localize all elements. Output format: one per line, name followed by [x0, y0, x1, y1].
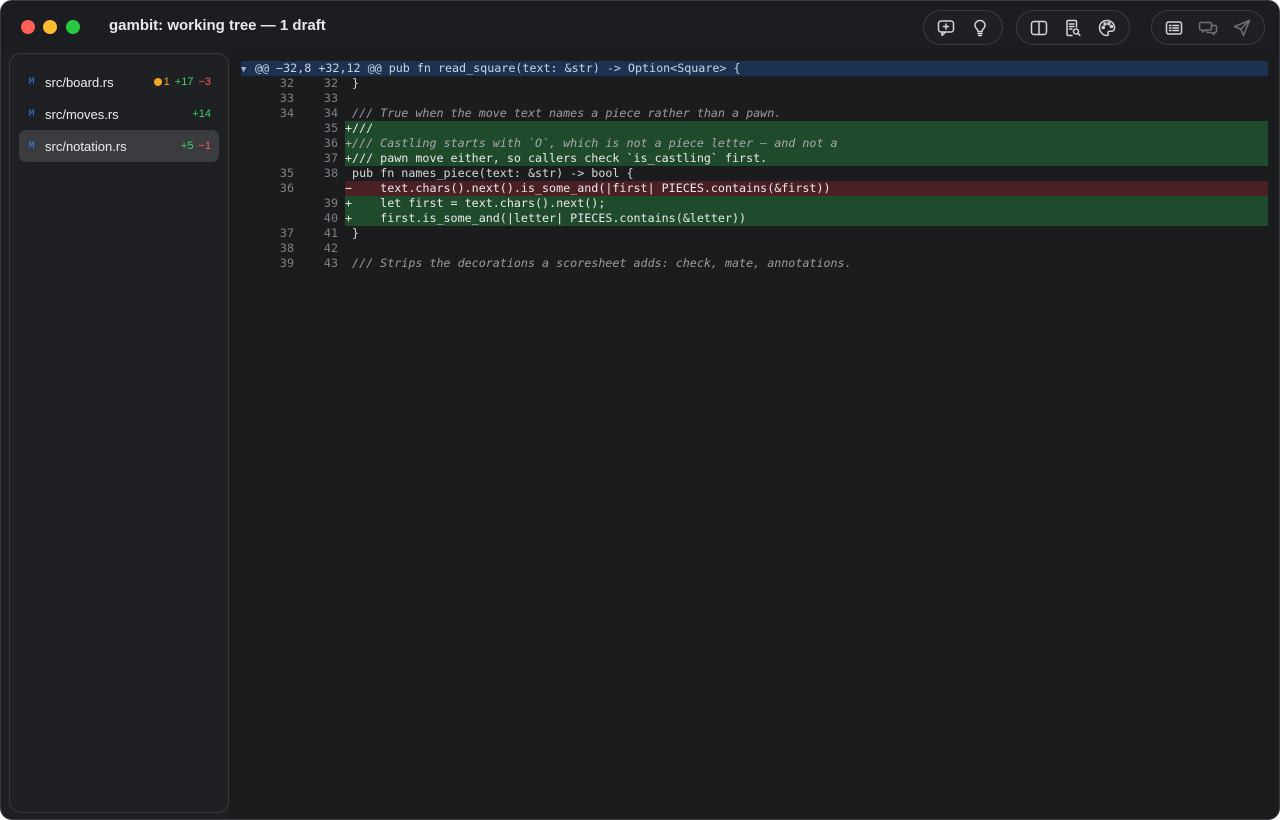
diff-line-context[interactable]: 34 34 /// True when the move text names a… [241, 106, 1268, 121]
diff-line-context[interactable]: 32 32 } [241, 76, 1268, 91]
old-line-number: 37 [279, 226, 294, 240]
diff-line-removed[interactable]: 36 − text.chars().next().is_some_and(|fir… [241, 181, 1268, 196]
additions-count: +17 [174, 76, 194, 88]
file-item-moves[interactable]: M src/moves.rs +14 [19, 98, 219, 130]
list-view-icon [1165, 20, 1183, 35]
modified-badge: M [29, 109, 35, 119]
code-text: +/// pawn move either, so callers check … [345, 151, 1268, 166]
code-text: /// Strips the decorations a scoresheet … [345, 256, 852, 270]
file-list-sidebar: M src/board.rs 1 +17 −3 M src/moves.rs +… [9, 53, 229, 813]
new-line-number: 43 [323, 256, 338, 270]
title-bar: gambit: working tree — 1 draft [1, 1, 1279, 53]
old-line-number: 35 [279, 166, 294, 180]
send-button[interactable] [1228, 14, 1256, 42]
add-comment-icon [937, 19, 955, 36]
diff-viewer[interactable]: ▼ @@ −32,8 +32,12 @@ pub fn read_square(t… [229, 53, 1279, 819]
new-line-number: 32 [323, 76, 338, 90]
file-name: src/board.rs [45, 74, 114, 90]
file-item-board[interactable]: M src/board.rs 1 +17 −3 [19, 66, 219, 98]
old-line-number: 32 [279, 76, 294, 90]
code-text: − text.chars().next().is_some_and(|first… [345, 181, 1268, 196]
old-line-number: 33 [279, 91, 294, 105]
maximize-window-button[interactable] [66, 20, 80, 34]
additions-count: +14 [192, 108, 211, 120]
file-stats: +14 [192, 98, 211, 130]
new-line-number: 41 [323, 226, 338, 240]
list-view-button[interactable] [1160, 14, 1188, 42]
file-stats: +5 −1 [181, 130, 211, 162]
document-search-button[interactable] [1059, 14, 1087, 42]
toolbar-group-view [1016, 10, 1130, 45]
toolbar-group-review [1151, 10, 1265, 45]
old-line-number: 39 [279, 256, 294, 270]
code-text: + let first = text.chars().next(); [345, 196, 1268, 211]
code-text: +/// Castling starts with `O`, which is … [345, 136, 1268, 151]
window-title: gambit: working tree — 1 draft [109, 17, 326, 34]
new-line-number: 35 [323, 121, 338, 135]
hunk-header-text: @@ −32,8 +32,12 @@ pub fn read_square(te… [255, 61, 741, 75]
deletions-count: −1 [198, 140, 211, 152]
new-line-number: 34 [323, 106, 338, 120]
diff-line-added[interactable]: 35 +/// [241, 121, 1268, 136]
minimize-window-button[interactable] [43, 20, 57, 34]
diff-line-context[interactable]: 35 38 pub fn names_piece(text: &str) -> b… [241, 166, 1268, 181]
split-view-icon [1030, 20, 1048, 35]
chat-bubbles-icon [1198, 21, 1218, 35]
code-text: + first.is_some_and(|letter| PIECES.cont… [345, 211, 1268, 226]
suggestions-button[interactable] [966, 14, 994, 42]
code-text: } [345, 226, 360, 240]
close-window-button[interactable] [21, 20, 35, 34]
file-item-notation[interactable]: M src/notation.rs +5 −1 [19, 130, 219, 162]
code-text: /// True when the move text names a piec… [345, 106, 782, 120]
send-icon [1233, 19, 1251, 36]
file-stats: 1 +17 −3 [153, 66, 211, 98]
app-window: gambit: working tree — 1 draft M src/boa… [0, 0, 1280, 820]
diff-line-added[interactable]: 36 +/// Castling starts with `O`, which i… [241, 136, 1268, 151]
new-line-number: 38 [323, 166, 338, 180]
diff-line-added[interactable]: 39 + let first = text.chars().next(); [241, 196, 1268, 211]
lightbulb-icon [974, 19, 986, 36]
new-line-number: 37 [323, 151, 338, 165]
deletions-count: −3 [198, 76, 211, 88]
modified-badge: M [29, 141, 35, 151]
code-text: +/// [345, 121, 1268, 136]
old-line-number: 34 [279, 106, 294, 120]
new-line-number: 33 [323, 91, 338, 105]
split-view-button[interactable] [1025, 14, 1053, 42]
diff-line-context[interactable]: 37 41 } [241, 226, 1268, 241]
warning-count: 1 [153, 76, 170, 88]
warning-dot-icon [153, 78, 162, 86]
modified-badge: M [29, 77, 35, 87]
add-comment-button[interactable] [932, 14, 960, 42]
new-line-number: 40 [323, 211, 338, 225]
old-line-number: 38 [279, 241, 294, 255]
hunk-header[interactable]: ▼ @@ −32,8 +32,12 @@ pub fn read_square(t… [241, 61, 1268, 76]
conversations-button[interactable] [1194, 14, 1222, 42]
diff-line-added[interactable]: 37 +/// pawn move either, so callers chec… [241, 151, 1268, 166]
new-line-number: 36 [323, 136, 338, 150]
code-text: } [345, 76, 360, 90]
palette-icon [1098, 19, 1116, 36]
toolbar-group-annotate [923, 10, 1003, 45]
document-search-icon [1066, 19, 1081, 36]
diff-line-context[interactable]: 38 42 [241, 241, 1268, 256]
diff-line-context[interactable]: 33 33 [241, 91, 1268, 106]
file-name: src/moves.rs [45, 106, 119, 122]
old-line-number: 36 [279, 181, 294, 195]
diff-line-added[interactable]: 40 + first.is_some_and(|letter| PIECES.co… [241, 211, 1268, 226]
new-line-number: 39 [323, 196, 338, 210]
diff-lines: 32 32 } 33 33 34 34 /// True when the move te… [241, 76, 1268, 271]
code-text: pub fn names_piece(text: &str) -> bool { [345, 166, 634, 180]
additions-count: +5 [180, 140, 194, 152]
diff-line-context[interactable]: 39 43 /// Strips the decorations a scores… [241, 256, 1268, 271]
file-name: src/notation.rs [45, 138, 127, 154]
new-line-number: 42 [323, 241, 338, 255]
theme-button[interactable] [1093, 14, 1121, 42]
